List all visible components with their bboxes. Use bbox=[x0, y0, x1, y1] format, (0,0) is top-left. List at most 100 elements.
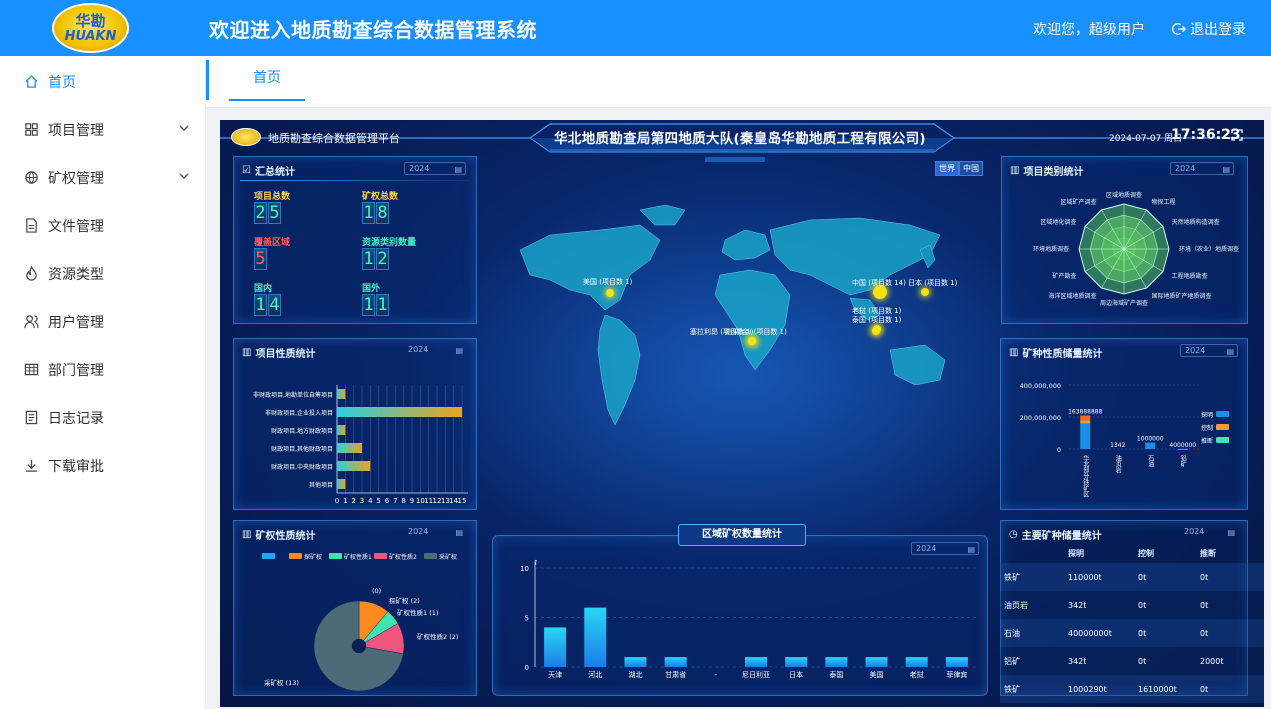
table-cell: 1610000t bbox=[1138, 684, 1177, 694]
map-china-button[interactable]: 中国 bbox=[959, 161, 983, 176]
x-tick-label: 5 bbox=[376, 497, 380, 505]
x-tick-label: 8 bbox=[401, 497, 405, 505]
digit: 1 bbox=[362, 202, 375, 224]
summary-label: 覆盖区域 bbox=[254, 238, 291, 248]
calendar-icon: ▤ bbox=[1222, 165, 1230, 174]
category-label: 菲律宾 bbox=[946, 670, 967, 679]
x-tick-label: 0 bbox=[335, 497, 339, 505]
fullscreen-icon[interactable] bbox=[1231, 129, 1243, 141]
map-point-label: 刚果(金) (项目数 1) bbox=[725, 328, 787, 336]
sidebar-item-mining-rights[interactable]: 矿权管理 bbox=[0, 153, 206, 201]
sidebar-item-download-approval[interactable]: 下载审批 bbox=[0, 441, 206, 489]
map-point[interactable] bbox=[872, 327, 880, 335]
summary-label: 国内 bbox=[254, 284, 273, 294]
logo-text-en: HUAKN bbox=[64, 29, 117, 44]
legend-swatch bbox=[1216, 411, 1229, 417]
table-cell: 0t bbox=[1138, 628, 1147, 638]
year-picker[interactable]: 2024 ▤ bbox=[1180, 344, 1238, 357]
table-cell: 40000000t bbox=[1068, 628, 1112, 638]
sidebar-item-label: 项目管理 bbox=[48, 123, 104, 139]
year-picker[interactable]: 2024 ▤ bbox=[404, 344, 466, 357]
bar bbox=[945, 657, 968, 667]
table-cell: 0t bbox=[1138, 600, 1147, 610]
bar-chart-icon: ▥ bbox=[242, 347, 252, 358]
legend-swatch bbox=[289, 553, 302, 559]
data-label: 4000000 bbox=[1169, 442, 1196, 449]
tab-home[interactable]: 首页 bbox=[229, 56, 305, 101]
table-header-cell: 探明 bbox=[1068, 548, 1084, 558]
file-icon bbox=[23, 217, 39, 233]
sidebar-item-label: 部门管理 bbox=[48, 363, 104, 379]
grid-icon bbox=[23, 121, 39, 137]
year-picker[interactable]: 2024 ▤ bbox=[1180, 526, 1238, 539]
category-label: 日本 bbox=[789, 670, 803, 679]
map-world-button[interactable]: 世界 bbox=[935, 161, 959, 176]
summary-value: 12 bbox=[362, 248, 389, 270]
radar-axis-label: 区域地质调查 bbox=[1106, 191, 1142, 199]
category-label: 甘肃省 bbox=[665, 670, 686, 679]
globe-icon bbox=[23, 169, 39, 185]
table-header-cell: 推断 bbox=[1200, 548, 1216, 558]
category-label: 湖北 bbox=[628, 670, 642, 679]
sidebar-item-users[interactable]: 用户管理 bbox=[0, 297, 206, 345]
bar bbox=[337, 443, 362, 453]
summary-label: 国外 bbox=[362, 284, 381, 294]
year-picker[interactable]: 2024 ▤ bbox=[404, 162, 466, 175]
pie-label: 矿权性质2 (2) bbox=[417, 632, 458, 641]
sidebar-item-projects[interactable]: 项目管理 bbox=[0, 105, 206, 153]
radar-axis-label: 区域矿产调查 bbox=[1060, 198, 1096, 206]
radar-axis-label: 天然地质构造调查 bbox=[1172, 218, 1220, 226]
project-category-panel: ▥ 项目类别统计 2024 ▤ 区域地质调查 物探工程 天然地质构造调查 环境（农业）地质… bbox=[1001, 156, 1248, 324]
chevron-down-icon bbox=[179, 173, 189, 179]
y-tick-label: 200,000,000 bbox=[1020, 414, 1061, 422]
sidebar-item-departments[interactable]: 部门管理 bbox=[0, 345, 206, 393]
sidebar-item-logs[interactable]: 日志记录 bbox=[0, 393, 206, 441]
map-point[interactable] bbox=[921, 288, 929, 296]
welcome-text: 欢迎您，超级用户 bbox=[1033, 22, 1145, 38]
calendar-icon: ▤ bbox=[455, 528, 463, 537]
region-count-chart: 0 5 10 ↑ 天津 河北 湖北 甘肃省 - 尼日利亚 日本 泰国 美国 老挝 菲律宾 bbox=[520, 559, 977, 679]
summary-label: 矿权总数 bbox=[362, 192, 399, 202]
table-cell: 0t bbox=[1200, 628, 1209, 638]
y-tick-label: 0 bbox=[1057, 446, 1061, 454]
x-tick-label: 15 bbox=[458, 497, 467, 505]
y-tick-label: 10 bbox=[520, 565, 529, 573]
category-label: 财政项目,中央财政项目 bbox=[271, 463, 333, 471]
calendar-icon: ▤ bbox=[1227, 528, 1235, 537]
digit: 2 bbox=[376, 248, 389, 270]
map-point[interactable] bbox=[606, 289, 614, 297]
category-label: 天津 bbox=[548, 671, 562, 679]
sidebar-item-resource-types[interactable]: 资源类型 bbox=[0, 249, 206, 297]
map-point-label: 美国 (项目数 1) bbox=[583, 278, 633, 286]
year-picker[interactable]: 2024 ▤ bbox=[1170, 162, 1234, 175]
digit: 1 bbox=[254, 294, 267, 316]
dashboard-screen: 地质勘查综合数据管理平台 华北地质勘查局第四地质大队(秦皇岛华勘地质工程有限公司… bbox=[220, 120, 1264, 707]
logout-button[interactable]: 退出登录 bbox=[1172, 19, 1246, 39]
fire-icon bbox=[23, 265, 39, 281]
mining-right-nature-chart: 探矿权 矿权性质1 矿权性质2 采矿权 (0) 探矿权 (2) 矿权性质1 (1) 矿权性质2… bbox=[262, 553, 458, 692]
sidebar-item-label: 下载审批 bbox=[48, 459, 104, 475]
sidebar-item-home[interactable]: 首页 bbox=[0, 57, 206, 105]
platform-title: 地质勘查综合数据管理平台 bbox=[268, 132, 400, 145]
table-cell: 0t bbox=[1200, 600, 1209, 610]
stacked-bar bbox=[1145, 442, 1156, 449]
x-tick-label: 1 bbox=[343, 497, 347, 505]
tab-accent-bar bbox=[206, 60, 209, 100]
pie-label: (0) bbox=[372, 587, 381, 595]
x-tick-label: 7 bbox=[393, 497, 397, 505]
calendar-icon: ▤ bbox=[454, 165, 462, 174]
bar bbox=[624, 657, 647, 667]
table-row: 铝矿 342t 0t 2000t bbox=[1000, 647, 1264, 675]
summary-value: 14 bbox=[254, 294, 281, 316]
year-picker[interactable]: 2024 ▤ bbox=[404, 526, 466, 539]
table-cell: 铁矿 bbox=[1004, 684, 1020, 694]
radar-axis-label: 工程地质勘查 bbox=[1172, 272, 1208, 280]
legend-swatch bbox=[1216, 424, 1229, 430]
world-map[interactable] bbox=[490, 180, 990, 510]
map-point[interactable] bbox=[748, 337, 756, 345]
logo-text-cn: 华勘 bbox=[75, 12, 106, 30]
summary-label: 项目总数 bbox=[254, 192, 291, 202]
sidebar-item-files[interactable]: 文件管理 bbox=[0, 201, 206, 249]
sidebar-item-label: 文件管理 bbox=[48, 219, 104, 235]
legend-label: 推断 bbox=[1201, 437, 1213, 445]
